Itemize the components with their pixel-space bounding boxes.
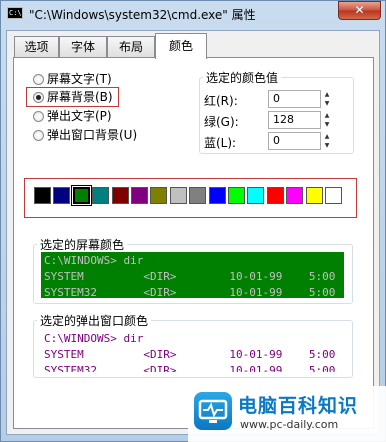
color-swatch[interactable] — [305, 187, 323, 204]
radio-popup-text[interactable]: 弹出文字(P) — [33, 108, 112, 125]
radio-button-icon[interactable] — [33, 111, 44, 122]
tab-colors[interactable]: 颜色 — [155, 33, 207, 59]
color-swatch[interactable] — [111, 187, 129, 204]
radio-popup-background[interactable]: 弹出窗口背景(U) — [33, 127, 137, 144]
color-swatch[interactable] — [325, 187, 342, 204]
color-swatch[interactable] — [92, 187, 110, 204]
pulse-monitor-logo-icon — [194, 392, 232, 430]
preview-line: SYSTEM <DIR> 10-01-99 5:00 — [44, 348, 336, 361]
color-swatch[interactable] — [228, 187, 245, 204]
color-swatch[interactable] — [53, 187, 71, 204]
green-value-input[interactable]: 128 — [268, 111, 321, 129]
close-button[interactable]: ✕ — [338, 1, 381, 20]
screen-color-preview: C:\WINDOWS> dir SYSTEM <DIR> 10-01-99 5:… — [41, 252, 344, 298]
radio-button-icon[interactable] — [33, 130, 44, 141]
screen-preview-caption: 选定的屏幕颜色 — [37, 236, 128, 253]
radio-button-icon[interactable] — [33, 74, 44, 85]
radio-screen-text[interactable]: 屏幕文字(T) — [33, 71, 112, 88]
color-swatch[interactable] — [34, 187, 51, 204]
color-swatch[interactable] — [247, 187, 265, 204]
color-values-caption: 选定的颜色值 — [203, 69, 282, 86]
blue-value-input[interactable]: 0 — [268, 132, 321, 150]
tab-options[interactable]: 选项 — [14, 36, 59, 58]
preview-line: C:\WINDOWS> dir — [44, 254, 144, 267]
color-swatch[interactable] — [266, 187, 284, 204]
preview-line: C:\WINDOWS> dir — [44, 332, 144, 345]
preview-line: SYSTEM32 <DIR> 10-01-99 5:00 — [44, 364, 336, 372]
radio-label: 弹出文字(P) — [47, 109, 112, 123]
color-swatch[interactable] — [131, 187, 148, 204]
color-swatch[interactable] — [150, 187, 168, 204]
cmd-app-icon: C:\ — [7, 7, 23, 19]
red-spin-arrows-icon[interactable]: ▲ ▼ — [322, 90, 332, 108]
green-label: 绿(G): — [204, 115, 239, 129]
watermark-url: www.pc-daily.com — [240, 418, 339, 431]
highlight-box — [26, 87, 119, 107]
preview-line: SYSTEM <DIR> 10-01-99 5:00 — [44, 270, 336, 283]
watermark-title: 电脑百科知识 — [238, 395, 359, 417]
color-swatch[interactable] — [286, 187, 304, 204]
green-spin-arrows-icon[interactable]: ▲ ▼ — [322, 111, 332, 129]
red-value-input[interactable]: 0 — [268, 90, 321, 108]
title-bar[interactable]: C:\ "C:\Windows\system32\cmd.exe" 属性 ✕ — [0, 0, 386, 28]
radio-label: 屏幕文字(T) — [47, 72, 112, 86]
color-swatch[interactable] — [70, 185, 92, 206]
radio-label: 弹出窗口背景(U) — [47, 128, 138, 142]
window-title: "C:\Windows\system32\cmd.exe" 属性 — [29, 8, 256, 22]
popup-preview-caption: 选定的弹出窗口颜色 — [37, 312, 152, 329]
preview-line: SYSTEM32 <DIR> 10-01-99 5:00 — [44, 286, 336, 298]
blue-spin-arrows-icon[interactable]: ▲ ▼ — [322, 132, 332, 150]
tab-layout[interactable]: 布局 — [107, 36, 155, 58]
color-swatch[interactable] — [208, 187, 226, 204]
color-swatch[interactable] — [189, 187, 207, 204]
blue-label: 蓝(L): — [204, 136, 237, 150]
red-label: 红(R): — [204, 94, 238, 108]
color-swatch[interactable] — [169, 187, 187, 204]
tab-font[interactable]: 字体 — [59, 36, 107, 58]
popup-color-preview: C:\WINDOWS> dir SYSTEM <DIR> 10-01-99 5:… — [41, 330, 344, 372]
